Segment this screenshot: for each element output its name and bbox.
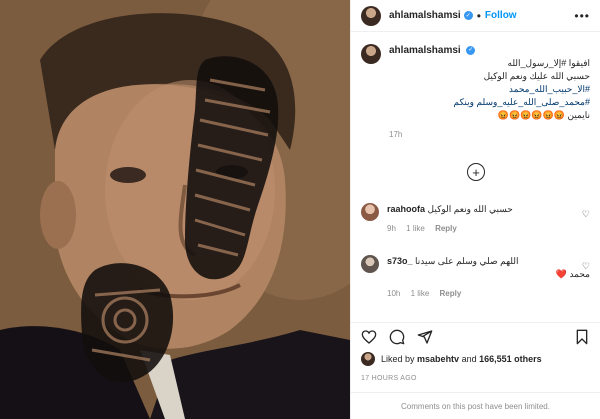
comment-time: 9h [387,224,396,233]
comment-time: 10h [387,289,401,298]
likes-count[interactable]: 166,551 others [479,354,542,364]
caption-hashtag[interactable]: #محمد_صلى_الله_عليه_وسلم وينكم [389,96,590,109]
reply-button[interactable]: Reply [435,224,457,233]
commenter-avatar[interactable] [361,255,379,273]
liker-avatar[interactable] [361,352,375,366]
comment-meta: 10h 1 like Reply [387,287,590,300]
comment-text: حسبي الله ونعم الوكيل [427,204,513,214]
heart-icon[interactable] [361,329,377,345]
comment-like-heart-icon[interactable]: ♡ [582,261,590,272]
post-sidebar: ahlamalshamsi ✓ • Follow ••• ahlamalsham… [350,0,600,419]
comment-likes[interactable]: 1 like [411,289,430,298]
caption-hashtag[interactable]: #الا_حبيب_الله_محمد [389,83,590,96]
caption-line: افيقوا #إلا_رسول_الله [507,58,591,68]
comment-text: اللهم صلي وسلم على سيدنا [415,256,519,266]
action-bar [351,322,600,350]
verified-badge-icon: ✓ [463,11,473,20]
more-options-icon[interactable]: ••• [574,9,590,23]
post-image[interactable] [0,0,350,419]
post-header: ahlamalshamsi ✓ • Follow ••• [351,0,600,32]
caption-username[interactable]: ahlamalshamsi [389,45,461,56]
plus-circle-icon[interactable]: + [467,163,485,181]
share-icon[interactable] [417,329,433,345]
comments-limited-notice: Comments on this post have been limited. [351,392,600,419]
caption-timestamp: 17h [389,130,403,139]
likes-prefix: Liked by [381,354,415,364]
verified-badge-icon: ✓ [466,46,476,56]
commenter-avatar[interactable] [361,203,379,221]
comment-item: s73o_ اللهم صلي وسلم على سيدنا محمد ❤️ 1… [361,255,590,300]
commenter-username[interactable]: raahoofa [387,204,425,214]
post-timestamp[interactable]: 17 HOURS AGO [361,375,417,382]
commenter-username[interactable]: s73o_ [387,256,413,266]
post-caption: ahlamalshamsi ✓ افيقوا #إلا_رسول_الله حس… [351,32,600,122]
author-avatar[interactable] [361,5,381,26]
follow-button[interactable]: Follow [485,10,517,21]
portrait-with-shoeprint [0,0,350,419]
bookmark-icon[interactable] [574,329,590,345]
comment-icon[interactable] [389,329,405,345]
likes-summary: Liked by msabehtv and 166,551 others [361,352,542,366]
liker-username[interactable]: msabehtv [417,354,459,364]
likes-middle: and [461,354,477,364]
comment-likes[interactable]: 1 like [406,224,425,233]
caption-line: نايمين 😡😡😡😡😡😡 [497,110,590,120]
author-username[interactable]: ahlamalshamsi [389,10,461,21]
caption-avatar[interactable] [361,44,381,64]
comment-meta: 9h 1 like Reply [387,222,590,235]
comment-like-heart-icon[interactable]: ♡ [582,209,590,220]
comment-text-line2: محمد ❤️ [555,269,590,279]
caption-line: حسبي الله عليك ونعم الوكيل [483,71,590,81]
reply-button[interactable]: Reply [440,289,462,298]
comment-item: raahoofa حسبي الله ونعم الوكيل 9h 1 like… [361,203,590,235]
separator-dot: • [476,8,481,23]
